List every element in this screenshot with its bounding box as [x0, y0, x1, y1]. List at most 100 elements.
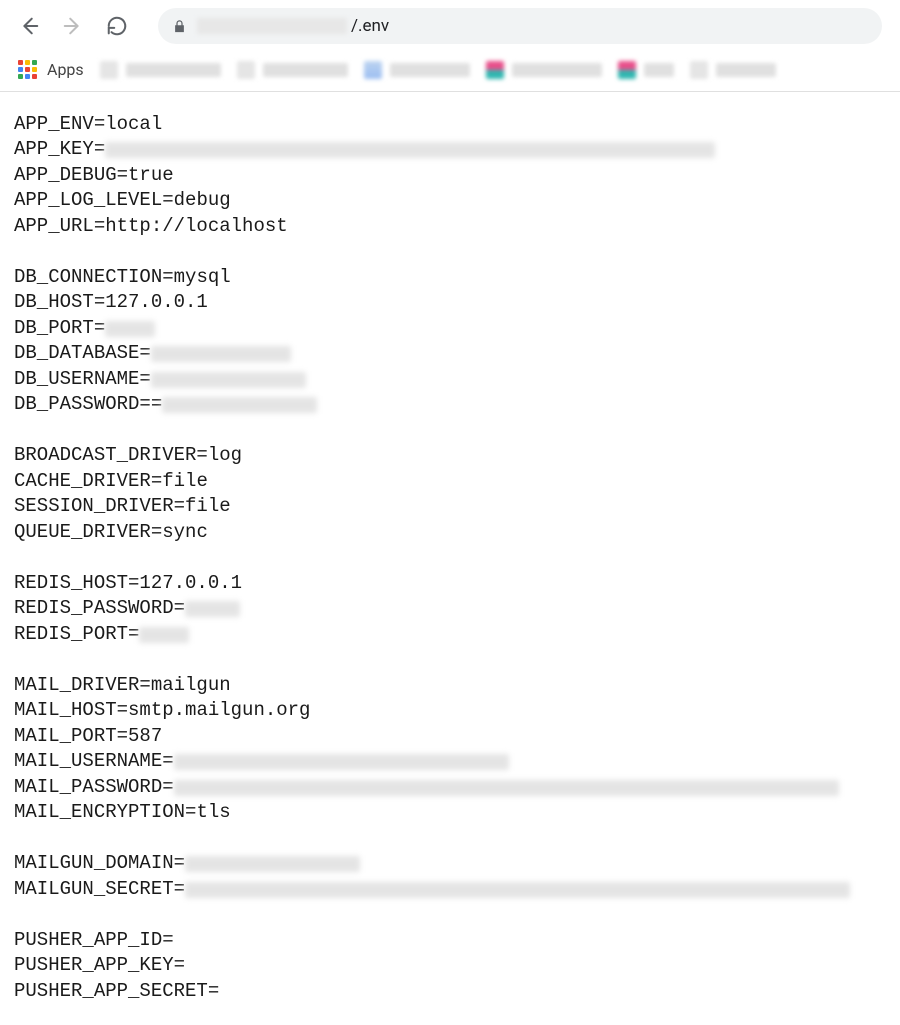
env-key: DB_HOST=: [14, 290, 105, 316]
env-value-redacted: [151, 346, 291, 362]
bookmark-label-redacted: [390, 63, 470, 77]
bookmark-item[interactable]: [618, 61, 674, 79]
env-value: file: [185, 494, 231, 520]
env-key: MAIL_DRIVER=: [14, 673, 151, 699]
env-key: MAIL_PORT=: [14, 724, 128, 750]
env-line: MAILGUN_DOMAIN=: [14, 852, 886, 878]
env-line: DB_PORT=: [14, 316, 886, 342]
apps-label: Apps: [47, 60, 84, 79]
browser-toolbar: /.env: [0, 0, 900, 52]
env-line: REDIS_HOST=127.0.0.1: [14, 571, 886, 597]
env-key: MAIL_USERNAME=: [14, 749, 174, 775]
bookmark-favicon: [486, 61, 504, 79]
bookmark-label-redacted: [716, 63, 776, 77]
env-key: BROADCAST_DRIVER=: [14, 443, 208, 469]
env-value: local: [105, 112, 162, 138]
env-value: debug: [174, 188, 231, 214]
bookmark-label-redacted: [126, 63, 221, 77]
env-line: PUSHER_APP_KEY=: [14, 954, 886, 980]
blank-line: [14, 240, 886, 266]
bookmark-item[interactable]: [100, 61, 221, 79]
env-value: 127.0.0.1: [139, 571, 242, 597]
env-key: MAIL_PASSWORD=: [14, 775, 174, 801]
bookmark-favicon: [690, 61, 708, 79]
env-line: DB_USERNAME=: [14, 367, 886, 393]
env-key: DB_CONNECTION=: [14, 265, 174, 291]
bookmark-favicon: [618, 61, 636, 79]
address-bar[interactable]: /.env: [158, 8, 882, 44]
env-line: PUSHER_APP_SECRET=: [14, 979, 886, 1005]
env-line: DB_HOST=127.0.0.1: [14, 291, 886, 317]
blank-line: [14, 903, 886, 929]
env-key: APP_URL=: [14, 214, 105, 240]
bookmark-item[interactable]: [690, 61, 776, 79]
env-line: CACHE_DRIVER=file: [14, 469, 886, 495]
env-key: APP_KEY=: [14, 137, 105, 163]
env-key: MAIL_ENCRYPTION=: [14, 800, 196, 826]
env-value: http://localhost: [105, 214, 287, 240]
bookmark-favicon: [100, 61, 118, 79]
env-line: BROADCAST_DRIVER=log: [14, 444, 886, 470]
env-line: DB_DATABASE=: [14, 342, 886, 368]
env-line: APP_ENV=local: [14, 112, 886, 138]
bookmark-item[interactable]: [486, 61, 602, 79]
blank-line: [14, 546, 886, 572]
env-value: smtp.mailgun.org: [128, 698, 310, 724]
bookmark-label-redacted: [512, 63, 602, 77]
url-text: /.env: [197, 16, 389, 36]
env-key: APP_ENV=: [14, 112, 105, 138]
env-line: REDIS_PASSWORD=: [14, 597, 886, 623]
env-key: PUSHER_APP_SECRET=: [14, 979, 219, 1005]
env-key: CACHE_DRIVER=: [14, 469, 162, 495]
env-line: MAIL_PASSWORD=: [14, 775, 886, 801]
env-value: 587: [128, 724, 162, 750]
env-key: DB_DATABASE=: [14, 341, 151, 367]
bookmark-item[interactable]: [237, 61, 348, 79]
env-line: APP_KEY=: [14, 138, 886, 164]
env-line: MAIL_USERNAME=: [14, 750, 886, 776]
bookmark-label-redacted: [263, 63, 348, 77]
env-key: APP_LOG_LEVEL=: [14, 188, 174, 214]
env-key: QUEUE_DRIVER=: [14, 520, 162, 546]
env-key: SESSION_DRIVER=: [14, 494, 185, 520]
env-value: mysql: [174, 265, 231, 291]
env-value: sync: [162, 520, 208, 546]
env-value-redacted: [105, 321, 155, 337]
env-value: true: [128, 163, 174, 189]
env-key: REDIS_PORT=: [14, 622, 139, 648]
back-button[interactable]: [18, 15, 40, 37]
bookmarks-bar: Apps: [0, 52, 900, 92]
env-key: PUSHER_APP_ID=: [14, 928, 174, 954]
bookmark-favicon: [237, 61, 255, 79]
env-value: tls: [196, 800, 230, 826]
env-value-redacted: [139, 627, 189, 643]
bookmark-favicon: [364, 61, 382, 79]
blank-line: [14, 648, 886, 674]
env-key: PUSHER_APP_KEY=: [14, 953, 185, 979]
bookmark-label-redacted: [644, 63, 674, 77]
env-value-redacted: [174, 754, 509, 770]
env-value-redacted: [185, 882, 850, 898]
env-line: MAIL_ENCRYPTION=tls: [14, 801, 886, 827]
env-value: mailgun: [151, 673, 231, 699]
env-value: 127.0.0.1: [105, 290, 208, 316]
env-line: DB_CONNECTION=mysql: [14, 265, 886, 291]
env-line: MAIL_HOST=smtp.mailgun.org: [14, 699, 886, 725]
url-path: /.env: [351, 16, 389, 36]
env-line: MAILGUN_SECRET=: [14, 877, 886, 903]
forward-button[interactable]: [62, 15, 84, 37]
env-key: REDIS_PASSWORD=: [14, 596, 185, 622]
env-line: QUEUE_DRIVER=sync: [14, 520, 886, 546]
env-value: file: [162, 469, 208, 495]
apps-grid-icon: [18, 60, 37, 79]
env-line: APP_URL=http://localhost: [14, 214, 886, 240]
env-key: DB_PASSWORD=: [14, 392, 151, 418]
blank-line: [14, 418, 886, 444]
apps-shortcut[interactable]: Apps: [18, 60, 84, 79]
url-domain-redacted: [197, 18, 347, 34]
reload-button[interactable]: [106, 15, 128, 37]
env-key: MAIL_HOST=: [14, 698, 128, 724]
env-line: SESSION_DRIVER=file: [14, 495, 886, 521]
env-line: DB_PASSWORD==: [14, 393, 886, 419]
bookmark-item[interactable]: [364, 61, 470, 79]
